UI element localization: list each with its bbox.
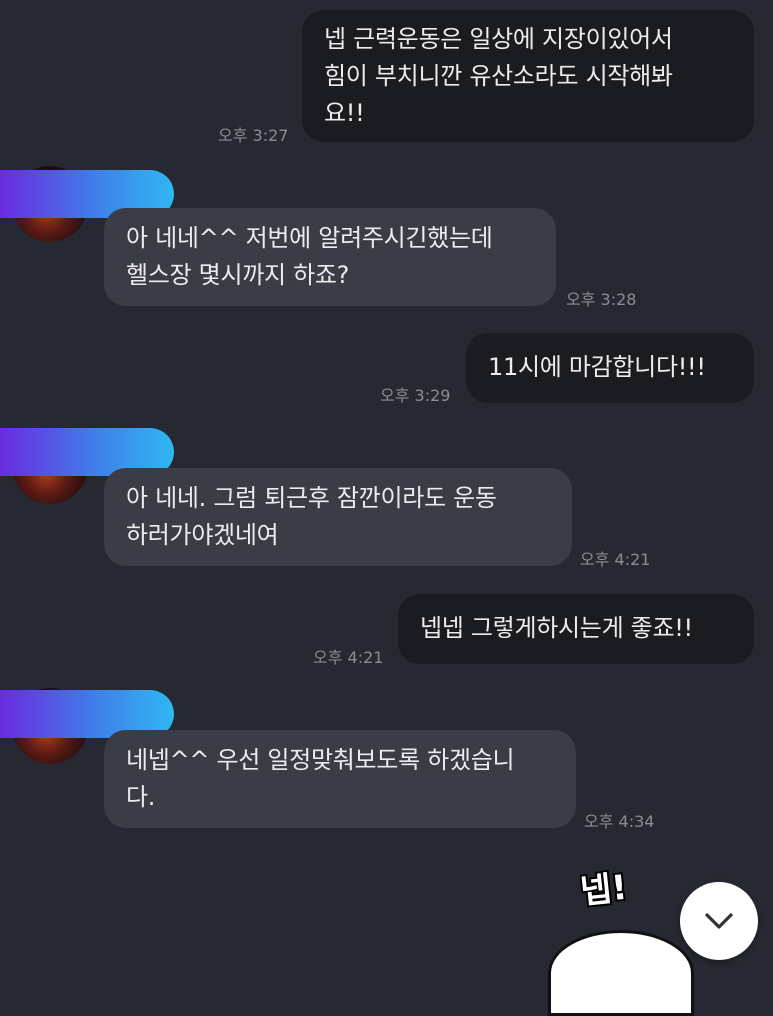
chevron-down-icon [703,911,735,931]
sticker-label: 넵! [578,867,630,913]
outgoing-message-bubble[interactable]: 넵 근력운동은 일상에 지장이있어서 힘이 부치니깐 유산소라도 시작해봐 요!… [302,10,754,142]
message-timestamp: 오후 3:29 [380,386,451,405]
scroll-to-bottom-button[interactable] [680,882,758,960]
message-timestamp: 오후 4:21 [580,550,651,569]
message-timestamp: 오후 4:34 [584,812,655,831]
outgoing-message-bubble[interactable]: 11시에 마감합니다!!! [466,333,754,403]
incoming-message-bubble[interactable]: 아 네네^^ 저번에 알려주시긴했는데 헬스장 몇시까지 하죠? [104,208,556,306]
message-timestamp: 오후 3:28 [566,290,637,309]
outgoing-message-bubble[interactable]: 넵넵 그렇게하시는게 좋죠!! [398,594,754,664]
incoming-message-bubble[interactable]: 아 네네. 그럼 퇴근후 잠깐이라도 운동 하러가야겠네여 [104,468,572,566]
message-timestamp: 오후 3:27 [218,126,289,145]
sticker-image[interactable] [548,930,694,1016]
message-timestamp: 오후 4:21 [313,648,384,667]
incoming-message-bubble[interactable]: 네넵^^ 우선 일정맞춰보도록 하겠습니 다. [104,730,576,828]
